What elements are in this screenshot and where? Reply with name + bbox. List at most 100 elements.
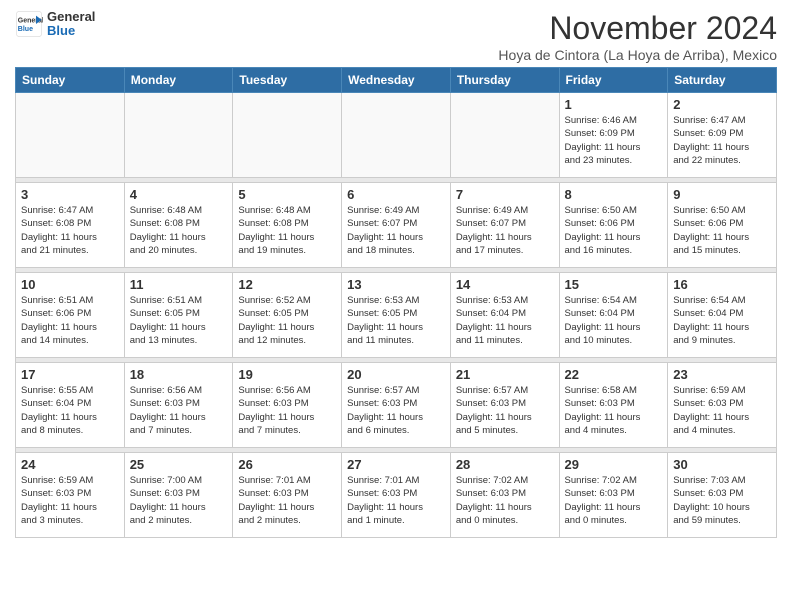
calendar-cell: 19 Sunrise: 6:56 AM Sunset: 6:03 PM Dayli… xyxy=(233,363,342,448)
calendar-cell xyxy=(16,93,125,178)
day-number: 17 xyxy=(21,367,119,382)
day-info: Sunrise: 6:59 AM Sunset: 6:03 PM Dayligh… xyxy=(21,474,119,527)
week-row-1: 1 Sunrise: 6:46 AM Sunset: 6:09 PM Daylig… xyxy=(16,93,777,178)
weekday-header-sunday: Sunday xyxy=(16,68,125,93)
day-number: 23 xyxy=(673,367,771,382)
calendar-cell: 23Sunrise: 6:59 AM Sunset: 6:03 PM Dayli… xyxy=(668,363,777,448)
calendar-cell: 13Sunrise: 6:53 AM Sunset: 6:05 PM Dayli… xyxy=(342,273,451,358)
day-info: Sunrise: 7:02 AM Sunset: 6:03 PM Dayligh… xyxy=(565,474,663,527)
day-number: 10 xyxy=(21,277,119,292)
day-number: 1 xyxy=(565,97,663,112)
day-info: Sunrise: 6:47 AM Sunset: 6:09 PM Dayligh… xyxy=(673,114,771,167)
calendar-cell: 14 Sunrise: 6:53 AM Sunset: 6:04 PM Dayli… xyxy=(450,273,559,358)
calendar-cell: 24 Sunrise: 6:59 AM Sunset: 6:03 PM Dayli… xyxy=(16,453,125,538)
calendar-cell: 8 Sunrise: 6:50 AM Sunset: 6:06 PM Daylig… xyxy=(559,183,668,268)
calendar-cell: 25 Sunrise: 7:00 AM Sunset: 6:03 PM Dayli… xyxy=(124,453,233,538)
calendar-cell: 6 Sunrise: 6:49 AM Sunset: 6:07 PM Daylig… xyxy=(342,183,451,268)
logo: General Blue General Blue xyxy=(15,10,95,39)
calendar-cell: 3 Sunrise: 6:47 AM Sunset: 6:08 PM Daylig… xyxy=(16,183,125,268)
day-number: 6 xyxy=(347,187,445,202)
calendar-cell: 28 Sunrise: 7:02 AM Sunset: 6:03 PM Dayli… xyxy=(450,453,559,538)
calendar-cell xyxy=(342,93,451,178)
week-row-4: 17 Sunrise: 6:55 AM Sunset: 6:04 PM Dayli… xyxy=(16,363,777,448)
day-info: Sunrise: 7:00 AM Sunset: 6:03 PM Dayligh… xyxy=(130,474,228,527)
day-info: Sunrise: 6:55 AM Sunset: 6:04 PM Dayligh… xyxy=(21,384,119,437)
day-info: Sunrise: 6:49 AM Sunset: 6:07 PM Dayligh… xyxy=(347,204,445,257)
day-number: 7 xyxy=(456,187,554,202)
calendar-cell: 7 Sunrise: 6:49 AM Sunset: 6:07 PM Daylig… xyxy=(450,183,559,268)
day-info: Sunrise: 7:01 AM Sunset: 6:03 PM Dayligh… xyxy=(238,474,336,527)
day-number: 14 xyxy=(456,277,554,292)
week-row-5: 24 Sunrise: 6:59 AM Sunset: 6:03 PM Dayli… xyxy=(16,453,777,538)
calendar-cell xyxy=(450,93,559,178)
day-number: 21 xyxy=(456,367,554,382)
calendar-cell xyxy=(233,93,342,178)
day-info: Sunrise: 6:58 AM Sunset: 6:03 PM Dayligh… xyxy=(565,384,663,437)
day-info: Sunrise: 6:54 AM Sunset: 6:04 PM Dayligh… xyxy=(565,294,663,347)
location-title: Hoya de Cintora (La Hoya de Arriba), Mex… xyxy=(498,47,777,63)
weekday-header-monday: Monday xyxy=(124,68,233,93)
calendar-cell: 20 Sunrise: 6:57 AM Sunset: 6:03 PM Dayli… xyxy=(342,363,451,448)
day-number: 2 xyxy=(673,97,771,112)
day-info: Sunrise: 6:53 AM Sunset: 6:04 PM Dayligh… xyxy=(456,294,554,347)
day-number: 12 xyxy=(238,277,336,292)
day-number: 3 xyxy=(21,187,119,202)
day-info: Sunrise: 6:50 AM Sunset: 6:06 PM Dayligh… xyxy=(565,204,663,257)
calendar-cell: 12Sunrise: 6:52 AM Sunset: 6:05 PM Dayli… xyxy=(233,273,342,358)
day-info: Sunrise: 6:50 AM Sunset: 6:06 PM Dayligh… xyxy=(673,204,771,257)
day-info: Sunrise: 6:56 AM Sunset: 6:03 PM Dayligh… xyxy=(130,384,228,437)
month-title: November 2024 xyxy=(498,10,777,47)
weekday-header-saturday: Saturday xyxy=(668,68,777,93)
logo-icon: General Blue xyxy=(15,10,43,38)
day-number: 11 xyxy=(130,277,228,292)
calendar-cell: 11Sunrise: 6:51 AM Sunset: 6:05 PM Dayli… xyxy=(124,273,233,358)
day-info: Sunrise: 7:02 AM Sunset: 6:03 PM Dayligh… xyxy=(456,474,554,527)
week-row-3: 10Sunrise: 6:51 AM Sunset: 6:06 PM Dayli… xyxy=(16,273,777,358)
day-number: 16 xyxy=(673,277,771,292)
calendar-cell: 27Sunrise: 7:01 AM Sunset: 6:03 PM Dayli… xyxy=(342,453,451,538)
logo-blue: Blue xyxy=(47,23,75,38)
day-number: 9 xyxy=(673,187,771,202)
calendar-cell: 16 Sunrise: 6:54 AM Sunset: 6:04 PM Dayli… xyxy=(668,273,777,358)
day-info: Sunrise: 6:48 AM Sunset: 6:08 PM Dayligh… xyxy=(238,204,336,257)
weekday-header-thursday: Thursday xyxy=(450,68,559,93)
day-info: Sunrise: 6:56 AM Sunset: 6:03 PM Dayligh… xyxy=(238,384,336,437)
calendar-cell: 30 Sunrise: 7:03 AM Sunset: 6:03 PM Dayli… xyxy=(668,453,777,538)
day-number: 8 xyxy=(565,187,663,202)
day-number: 25 xyxy=(130,457,228,472)
day-number: 29 xyxy=(565,457,663,472)
day-info: Sunrise: 6:57 AM Sunset: 6:03 PM Dayligh… xyxy=(347,384,445,437)
day-number: 4 xyxy=(130,187,228,202)
day-info: Sunrise: 6:57 AM Sunset: 6:03 PM Dayligh… xyxy=(456,384,554,437)
day-info: Sunrise: 6:53 AM Sunset: 6:05 PM Dayligh… xyxy=(347,294,445,347)
day-info: Sunrise: 6:46 AM Sunset: 6:09 PM Dayligh… xyxy=(565,114,663,167)
calendar-cell: 10Sunrise: 6:51 AM Sunset: 6:06 PM Dayli… xyxy=(16,273,125,358)
weekday-header-friday: Friday xyxy=(559,68,668,93)
day-number: 30 xyxy=(673,457,771,472)
logo-general: General xyxy=(47,9,95,24)
svg-text:Blue: Blue xyxy=(18,26,33,33)
calendar-cell: 22Sunrise: 6:58 AM Sunset: 6:03 PM Dayli… xyxy=(559,363,668,448)
calendar-cell: 5 Sunrise: 6:48 AM Sunset: 6:08 PM Daylig… xyxy=(233,183,342,268)
calendar-cell: 4Sunrise: 6:48 AM Sunset: 6:08 PM Daylig… xyxy=(124,183,233,268)
header: General Blue General Blue November 2024 … xyxy=(15,10,777,63)
calendar-cell: 1 Sunrise: 6:46 AM Sunset: 6:09 PM Daylig… xyxy=(559,93,668,178)
day-info: Sunrise: 6:49 AM Sunset: 6:07 PM Dayligh… xyxy=(456,204,554,257)
day-info: Sunrise: 6:47 AM Sunset: 6:08 PM Dayligh… xyxy=(21,204,119,257)
weekday-header-tuesday: Tuesday xyxy=(233,68,342,93)
day-number: 5 xyxy=(238,187,336,202)
day-number: 19 xyxy=(238,367,336,382)
week-row-2: 3 Sunrise: 6:47 AM Sunset: 6:08 PM Daylig… xyxy=(16,183,777,268)
calendar-cell: 26 Sunrise: 7:01 AM Sunset: 6:03 PM Dayli… xyxy=(233,453,342,538)
day-number: 20 xyxy=(347,367,445,382)
day-number: 26 xyxy=(238,457,336,472)
weekday-header-wednesday: Wednesday xyxy=(342,68,451,93)
day-info: Sunrise: 6:54 AM Sunset: 6:04 PM Dayligh… xyxy=(673,294,771,347)
day-info: Sunrise: 7:03 AM Sunset: 6:03 PM Dayligh… xyxy=(673,474,771,527)
calendar-cell: 21 Sunrise: 6:57 AM Sunset: 6:03 PM Dayli… xyxy=(450,363,559,448)
day-number: 24 xyxy=(21,457,119,472)
day-number: 28 xyxy=(456,457,554,472)
calendar-cell: 29 Sunrise: 7:02 AM Sunset: 6:03 PM Dayli… xyxy=(559,453,668,538)
calendar-cell: 18Sunrise: 6:56 AM Sunset: 6:03 PM Dayli… xyxy=(124,363,233,448)
day-info: Sunrise: 7:01 AM Sunset: 6:03 PM Dayligh… xyxy=(347,474,445,527)
